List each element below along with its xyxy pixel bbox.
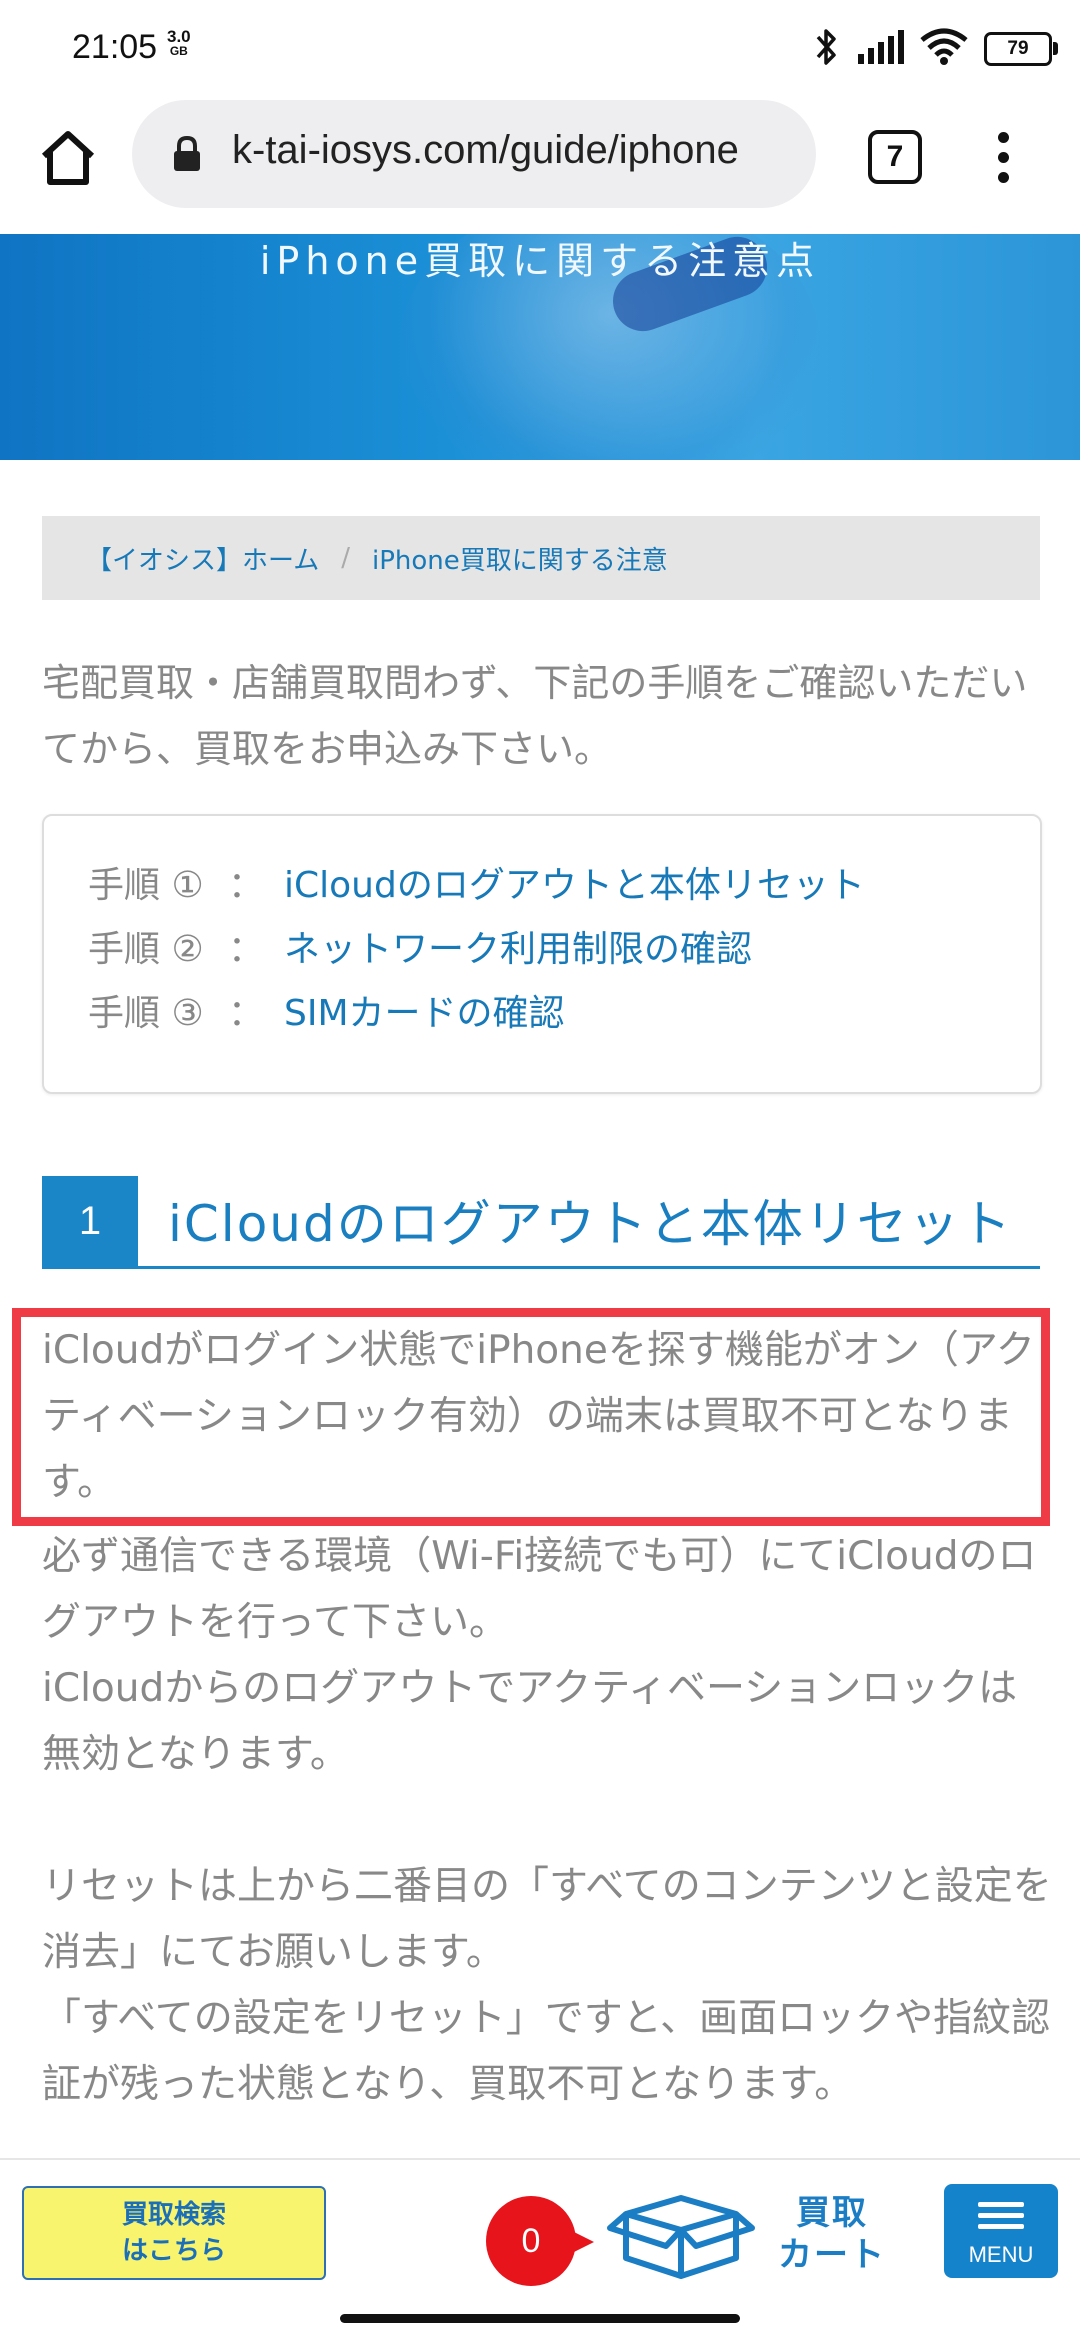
hero-banner: iPhone買取に関する注意点 (0, 234, 1080, 460)
menu-button[interactable]: MENU (944, 2184, 1058, 2278)
wifi-icon (920, 28, 968, 70)
intro-text: 宅配買取・店舗買取問わず、下記の手順をご確認いただいてから、買取をお申込み下さい… (42, 661, 1028, 771)
status-time: 21:05 (72, 28, 158, 66)
body-paragraph: iCloudからのログアウトでアクティベーションロックは無効となります。 (42, 1666, 1018, 1777)
step-item: 手順 ③ ： SIMカードの確認 (88, 980, 565, 1040)
signal-icon (856, 30, 904, 68)
cart-label[interactable]: 買取 カート (778, 2192, 886, 2276)
step-colon: ： (227, 929, 264, 970)
steps-box: 手順 ① ： iCloudのログアウトと本体リセット 手順 ② ： ネットワーク… (42, 814, 1042, 1094)
url-text: k-tai-iosys.com/guide/iphone (232, 128, 739, 172)
breadcrumb-current[interactable]: iPhone買取に関する注意 (372, 540, 668, 577)
tab-switcher-button[interactable]: 7 (868, 130, 922, 184)
step-colon: ： (227, 865, 264, 906)
system-nav-bar (0, 2298, 1080, 2340)
search-button-line1: 買取検索 (121, 2200, 226, 2230)
step-item: 手順 ② ： ネットワーク利用制限の確認 (88, 916, 752, 976)
section-title: iCloudのログアウトと本体リセット (168, 1195, 1013, 1253)
hamburger-icon (978, 2202, 1024, 2235)
gesture-handle[interactable] (340, 2314, 740, 2323)
search-button-line2: はこちら (121, 2236, 226, 2266)
more-options-icon[interactable] (994, 132, 1012, 188)
bluetooth-icon (814, 27, 840, 71)
hero-title: iPhone買取に関する注意点 (259, 239, 821, 283)
status-bar: 21:05 3.0 GB 79 (0, 0, 1080, 96)
cart-count-badge[interactable]: 0 (486, 2196, 594, 2286)
cart-box-icon[interactable] (606, 2184, 756, 2288)
breadcrumb-home-link[interactable]: 【イオシス】ホーム (86, 540, 319, 577)
bottom-action-bar: 買取検索 はこちら 0 買取 カート MENU (0, 2158, 1080, 2300)
lock-icon (172, 135, 202, 176)
menu-label: MENU (968, 2242, 1034, 2267)
data-speed-value: 3.0 (167, 27, 191, 46)
highlight-box (12, 1308, 1050, 1526)
browser-toolbar: k-tai-iosys.com/guide/iphone 7 (0, 96, 1080, 234)
section-heading: 1 iCloudのログアウトと本体リセット (42, 1176, 1040, 1269)
section-body: 必ず通信できる環境（Wi-Fi接続でも可）にてiCloudのログアウトを行って下… (42, 1524, 1052, 2118)
body-paragraph: 必ず通信できる環境（Wi-Fi接続でも可）にてiCloudのログアウトを行って下… (42, 1534, 1037, 1645)
step-link-network[interactable]: ネットワーク利用制限の確認 (284, 920, 752, 972)
step-colon: ： (227, 993, 264, 1034)
home-icon[interactable] (36, 126, 100, 190)
step-link-sim[interactable]: SIMカードの確認 (284, 984, 565, 1036)
cart-label-line1: 買取 (796, 2193, 868, 2233)
data-speed-indicator: 3.0 GB (167, 28, 191, 58)
section-number: 1 (42, 1176, 138, 1266)
cart-label-line2: カート (778, 2235, 886, 2275)
purchase-search-button[interactable]: 買取検索 はこちら (22, 2186, 326, 2280)
step-label: 手順 ③ (88, 993, 204, 1034)
battery-icon: 79 (984, 32, 1058, 66)
tab-count: 7 (886, 140, 904, 173)
step-link-icloud[interactable]: iCloudのログアウトと本体リセット (284, 856, 865, 908)
step-label: 手順 ② (88, 929, 204, 970)
breadcrumb: 【イオシス】ホーム / iPhone買取に関する注意 (42, 516, 1040, 600)
breadcrumb-separator: / (341, 543, 350, 573)
body-paragraph: 「すべての設定をリセット」ですと、画面ロックや指紋認証が残った状態となり、買取不… (42, 1996, 1051, 2107)
step-item: 手順 ① ： iCloudのログアウトと本体リセット (88, 852, 865, 912)
body-paragraph: リセットは上から二番目の「すべてのコンテンツと設定を消去」にてお願いします。 (42, 1864, 1052, 1975)
step-label: 手順 ① (88, 865, 204, 906)
address-bar[interactable]: k-tai-iosys.com/guide/iphone (132, 100, 816, 208)
battery-level: 79 (1007, 38, 1029, 59)
data-speed-unit: GB (169, 44, 188, 58)
